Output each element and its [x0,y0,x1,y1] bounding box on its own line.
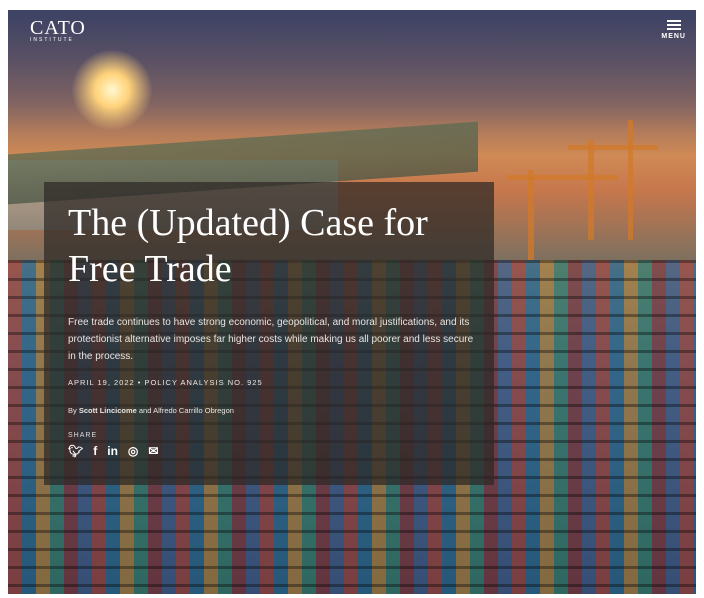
linkedin-icon[interactable]: in [107,444,118,458]
page-frame: CATO INSTITUTE MENU The (Updated) Case f… [8,10,696,594]
cato-logo[interactable]: CATO INSTITUTE [30,18,86,43]
share-label: SHARE [68,432,98,439]
crane [628,120,633,240]
reddit-icon[interactable]: ◎ [128,444,138,458]
menu-label: MENU [661,33,686,40]
twitter-icon[interactable]: 🐦︎ [68,444,83,458]
crane-arm [508,175,618,180]
crane [528,170,534,260]
crane [588,140,594,240]
article-card: The (Updated) Case for Free Trade Free t… [44,182,494,485]
byline-conjunction: and [138,406,152,415]
author-link[interactable]: Scott Lincicome [79,406,137,415]
article-byline: By Scott Lincicome and Alfredo Carrillo … [68,406,234,415]
sun [72,50,152,130]
article-title: The (Updated) Case for Free Trade [68,202,428,290]
email-icon[interactable]: ✉ [148,444,158,458]
facebook-icon[interactable]: f [93,444,97,458]
hamburger-icon [666,20,681,30]
article-date-type: APRIL 19, 2022 • POLICY ANALYSIS NO. 925 [68,378,263,387]
byline-prefix: By [68,406,77,415]
menu-button[interactable]: MENU [661,18,686,40]
share-icons: 🐦︎ f in ◎ ✉ [68,444,158,458]
article-summary: Free trade continues to have strong econ… [68,317,474,362]
author-link[interactable]: Alfredo Carrillo Obregon [153,406,234,415]
logo-mark: CATO [30,17,86,39]
crane-arm [568,145,658,150]
